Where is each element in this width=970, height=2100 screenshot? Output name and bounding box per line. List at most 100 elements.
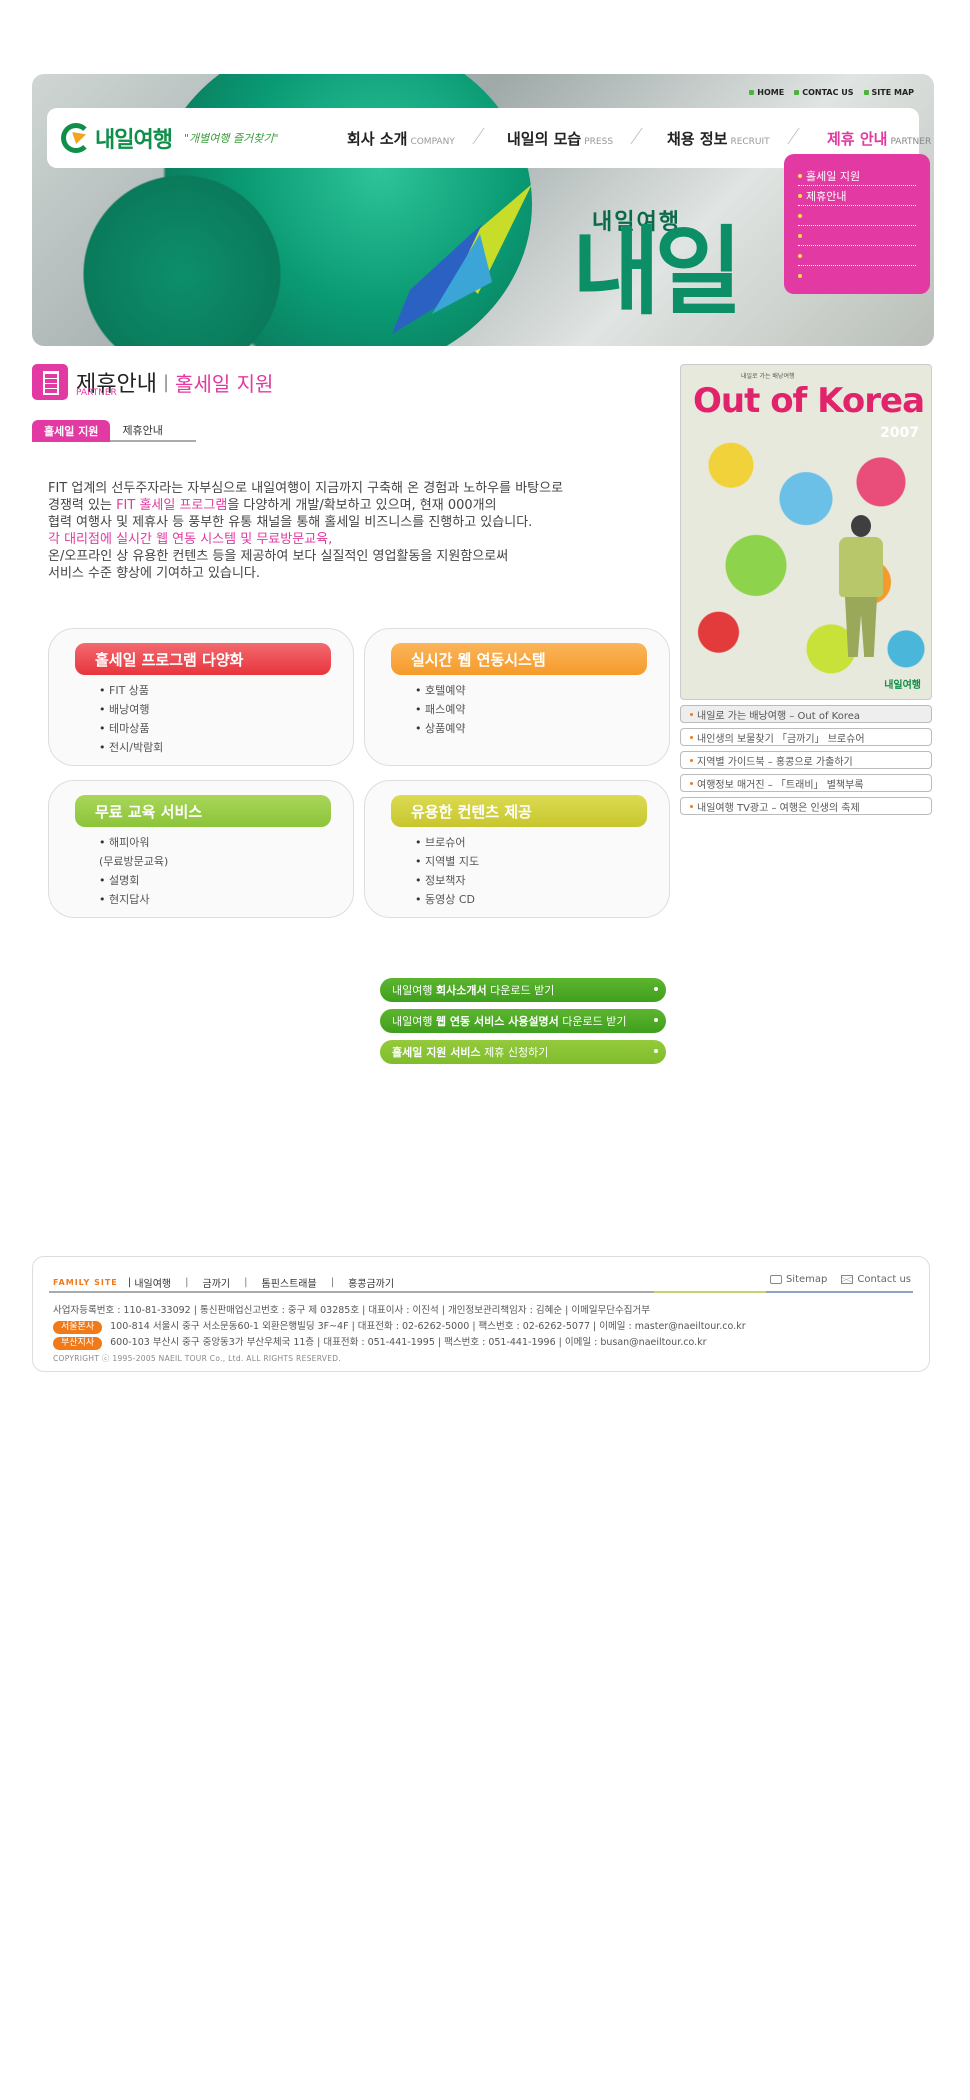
service-heading: 무료 교육 서비스 bbox=[75, 795, 331, 827]
list-item: 호텔예약 bbox=[415, 681, 465, 700]
submenu-item[interactable] bbox=[798, 246, 916, 266]
family-site-link[interactable]: 내일여행 bbox=[134, 1275, 171, 1290]
service-list: 해피아워 (무료방문교육) 설명회 현지답사 bbox=[99, 833, 168, 909]
list-item: 동영상 CD bbox=[415, 890, 479, 909]
nav-item-recruit[interactable]: 채용 정보 RECRUIT bbox=[667, 128, 827, 149]
family-site-link[interactable]: 톰핀스트래블 bbox=[262, 1275, 317, 1290]
logo-slogan: "개별여행 즐거찾기" bbox=[183, 132, 279, 145]
company-info: 사업자등록번호 : 110-81-33092 | 통신판매업신고번호 : 중구 … bbox=[53, 1303, 746, 1367]
family-divider: | bbox=[185, 1277, 189, 1288]
submenu-item[interactable] bbox=[798, 226, 916, 246]
intro-line: 협력 여행사 및 제휴사 등 풍부한 유통 채널을 통해 홀세일 비즈니스를 진… bbox=[48, 515, 533, 530]
service-box-web-system: 실시간 웹 연동시스템 호텔예약 패스예약 상품예약 bbox=[364, 628, 670, 766]
bullet-icon bbox=[749, 90, 755, 95]
list-item: 지역별 지도 bbox=[415, 852, 479, 871]
list-item: 테마상품 bbox=[99, 719, 163, 738]
family-divider: | bbox=[127, 1277, 132, 1288]
bullet-icon bbox=[798, 274, 802, 278]
download-manual-button[interactable]: 내일여행 웹 연동 서비스 사용설명서 다운로드 받기 bbox=[380, 1009, 666, 1033]
service-box-education: 무료 교육 서비스 해피아워 (무료방문교육) 설명회 현지답사 bbox=[48, 780, 354, 918]
family-site-link[interactable]: 홍콩금까기 bbox=[348, 1275, 394, 1290]
poster-small-text: 내일로 가는 배낭여행 bbox=[741, 373, 795, 380]
list-item: 설명회 bbox=[99, 871, 168, 890]
promo-link[interactable]: 지역별 가이드북 – 홍콩으로 가출하기 bbox=[680, 751, 932, 769]
slash-divider bbox=[457, 128, 485, 144]
title-separator: | bbox=[162, 371, 170, 393]
service-box-programs: 홀세일 프로그램 다양화 FIT 상품 배낭여행 테마상품 전시/박람회 bbox=[48, 628, 354, 766]
contact-link-label: CONTAC US bbox=[802, 88, 854, 97]
poster-year: 2007 bbox=[880, 425, 919, 441]
contact-link[interactable]: Contact us bbox=[841, 1274, 911, 1285]
logo-mark-icon bbox=[61, 123, 91, 153]
home-link[interactable]: HOME bbox=[749, 88, 784, 97]
submenu-item[interactable] bbox=[798, 206, 916, 226]
contact-label: Contact us bbox=[857, 1274, 911, 1285]
submenu-item-partnership[interactable]: 제휴안내 bbox=[798, 186, 916, 206]
intro-line: 서비스 수준 향상에 기여하고 있습니다. bbox=[48, 566, 261, 581]
submenu-item-wholesale[interactable]: 홀세일 지원 bbox=[798, 166, 916, 186]
out-of-korea-poster[interactable]: 내일로 가는 배낭여행 Out of Korea 2007 내일여행 bbox=[680, 364, 932, 700]
nav-label: 제휴 안내 bbox=[827, 130, 888, 148]
site-map-link[interactable]: SITE MAP bbox=[863, 88, 914, 97]
nav-item-company[interactable]: 회사 소개 COMPANY bbox=[347, 128, 507, 149]
submenu-label: 제휴안내 bbox=[806, 189, 847, 203]
copyright: COPYRIGHT ⓒ 1995-2005 NAEIL TOUR Co., Lt… bbox=[53, 1354, 342, 1363]
service-list: 브로슈어 지역별 지도 정보책자 동영상 CD bbox=[415, 833, 479, 909]
partner-submenu: 홀세일 지원 제휴안내 bbox=[784, 154, 930, 294]
tab-wholesale[interactable]: 홀세일 지원 bbox=[32, 420, 111, 442]
sitemap-link[interactable]: Sitemap bbox=[769, 1274, 827, 1285]
bullet-icon bbox=[798, 253, 802, 258]
service-heading: 유용한 컨텐츠 제공 bbox=[391, 795, 647, 827]
bullet-icon bbox=[798, 213, 802, 218]
service-list: 호텔예약 패스예약 상품예약 bbox=[415, 681, 465, 738]
person-legs-shape bbox=[845, 597, 877, 657]
nav-en-label: PRESS bbox=[584, 137, 614, 147]
promo-link[interactable]: 내일여행 TV광고 – 여행은 인생의 축제 bbox=[680, 797, 932, 815]
content-tabs: 홀세일 지원 제휴안내 bbox=[32, 420, 197, 442]
intro-line: FIT 업계의 선두주자라는 자부심으로 내일여행이 지금까지 구축해 온 경험… bbox=[48, 481, 564, 496]
family-site-bar: FAMILY SITE | 내일여행 | 금까기 | 톰핀스트래블 | 홍콩금까… bbox=[53, 1275, 394, 1290]
busan-address: 600-103 부산시 중구 중앙동3가 부산우체국 11층 | 대표전화 : … bbox=[110, 1337, 707, 1348]
nav-item-press[interactable]: 내일의 모습 PRESS bbox=[507, 128, 667, 149]
poster-title: Out of Korea bbox=[693, 381, 925, 421]
mail-icon bbox=[841, 1275, 854, 1284]
apply-partnership-button[interactable]: 홀세일 지원 서비스 제휴 신청하기 bbox=[380, 1040, 666, 1064]
contact-us-link[interactable]: CONTAC US bbox=[794, 88, 854, 97]
promo-link-list: 내일로 가는 배낭여행 – Out of Korea 내인생의 보물찾기 「금까… bbox=[680, 705, 932, 820]
logo-text: 내일여행 bbox=[95, 128, 173, 153]
submenu-item[interactable] bbox=[798, 266, 916, 286]
person-head-shape bbox=[851, 515, 871, 537]
sitemap-link-label: SITE MAP bbox=[871, 88, 914, 97]
nav-label: 내일의 모습 bbox=[507, 130, 582, 148]
family-divider: | bbox=[330, 1277, 335, 1288]
nav-label: 채용 정보 bbox=[667, 130, 728, 148]
download-company-intro-button[interactable]: 내일여행 회사소개서 다운로드 받기 bbox=[380, 978, 666, 1002]
service-list: FIT 상품 배낭여행 테마상품 전시/박람회 bbox=[99, 681, 163, 757]
bullet-icon bbox=[798, 233, 802, 238]
top-utility-links: HOME CONTAC US SITE MAP bbox=[749, 88, 914, 97]
nav-en-label: PARTNER bbox=[890, 137, 932, 147]
list-item: 상품예약 bbox=[415, 719, 465, 738]
dl-text-bold: 웹 연동 서비스 사용설명서 bbox=[435, 1015, 559, 1028]
service-heading: 홀세일 프로그램 다양화 bbox=[75, 643, 331, 675]
promo-link[interactable]: 내일로 가는 배낭여행 – Out of Korea bbox=[680, 705, 932, 723]
nav-en-label: RECRUIT bbox=[730, 137, 770, 147]
page-title-en: PARTNER bbox=[76, 388, 117, 398]
promo-link[interactable]: 내인생의 보물찾기 「금까기」 브로슈어 bbox=[680, 728, 932, 746]
nav-item-partner[interactable]: 제휴 안내 PARTNER bbox=[827, 128, 934, 149]
busan-office-line: 부산지사 600-103 부산시 중구 중앙동3가 부산우체국 11층 | 대표전… bbox=[53, 1335, 746, 1351]
seoul-address: 100-814 서울시 중구 서소문동60-1 외환은행빌딩 3F~4F | 대… bbox=[110, 1321, 746, 1332]
list-item: 현지답사 bbox=[99, 890, 168, 909]
biz-info-line: 사업자등록번호 : 110-81-33092 | 통신판매업신고번호 : 중구 … bbox=[53, 1305, 651, 1316]
family-site-link[interactable]: 금까기 bbox=[203, 1275, 231, 1290]
intro-highlight: FIT 홀세일 프로그램 bbox=[116, 498, 228, 513]
slash-divider bbox=[772, 128, 800, 144]
list-item: 패스예약 bbox=[415, 700, 465, 719]
logo[interactable]: 내일여행 "개별여행 즐거찾기" bbox=[61, 122, 279, 154]
intro-line: 온/오프라인 상 유용한 컨텐츠 등을 제공하여 보다 실질적인 영업활동을 지… bbox=[48, 549, 509, 564]
page-subtitle: 홀세일 지원 bbox=[175, 371, 274, 396]
promo-link[interactable]: 여행정보 매거진 – 「트래비」 별책부록 bbox=[680, 774, 932, 792]
tab-partnership[interactable]: 제휴안내 bbox=[110, 420, 197, 442]
busan-badge: 부산지사 bbox=[53, 1336, 103, 1350]
dl-text: 다운로드 받기 bbox=[490, 984, 555, 997]
